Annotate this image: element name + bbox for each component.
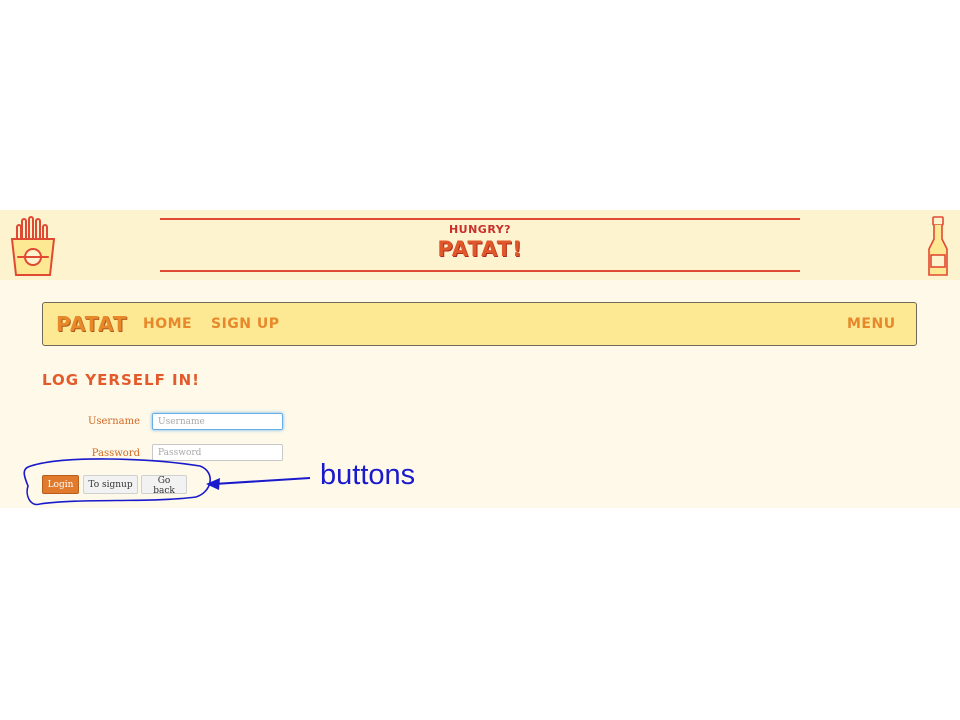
password-input[interactable]: [152, 444, 283, 461]
nav-menu-button[interactable]: MENU: [847, 316, 896, 332]
site-banner: HUNGRY? PATAT!: [0, 210, 960, 280]
tagline-frame: HUNGRY? PATAT!: [160, 218, 800, 272]
username-label: Username: [87, 416, 140, 427]
go-back-button[interactable]: Go back: [141, 475, 187, 496]
banner-tagline: HUNGRY?: [448, 223, 512, 236]
banner-brand: PATAT!: [437, 237, 523, 261]
username-input[interactable]: [152, 413, 283, 430]
site-page: HUNGRY? PATAT! PATAT HOME SIGN UP MENU L…: [0, 210, 960, 508]
page-title: LOG YERSELF IN!: [42, 371, 201, 389]
to-signup-button[interactable]: To signup: [83, 475, 138, 494]
login-button[interactable]: Login: [42, 475, 79, 494]
password-label: Password: [91, 448, 140, 459]
nav-link-home[interactable]: HOME: [143, 316, 192, 332]
nav-link-sign-up[interactable]: SIGN UP: [211, 316, 280, 332]
navbar-brand[interactable]: PATAT: [56, 312, 127, 336]
fries-icon: [8, 215, 58, 279]
ketchup-bottle-icon: [926, 215, 950, 279]
annotation-label: buttons: [320, 459, 416, 491]
main-navbar: PATAT HOME SIGN UP MENU: [42, 302, 917, 346]
